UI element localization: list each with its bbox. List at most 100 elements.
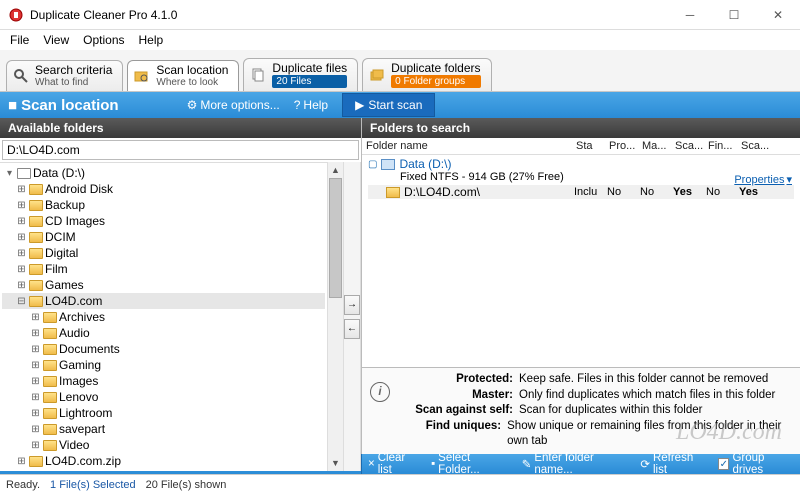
tree-item-label: Android Disk: [45, 182, 113, 196]
help-icon: ?: [294, 98, 301, 112]
select-folder-button[interactable]: ▪Select Folder...: [431, 452, 510, 476]
drive-row[interactable]: ▢ Data (D:\): [368, 157, 794, 171]
expander-icon[interactable]: ⊞: [30, 344, 41, 355]
add-folder-button[interactable]: →: [344, 295, 360, 315]
tree-item[interactable]: ⊞Lightroom: [2, 405, 325, 421]
expander-icon[interactable]: ⊞: [30, 424, 41, 435]
col-protected[interactable]: Pro...: [609, 140, 642, 152]
expander-icon[interactable]: ⊞: [30, 392, 41, 403]
help-link[interactable]: ? Help: [294, 98, 328, 112]
col-folder-name[interactable]: Folder name: [366, 140, 576, 152]
tree-item[interactable]: ▾Data (D:\): [2, 165, 325, 181]
expander-icon[interactable]: ⊞: [30, 408, 41, 419]
menu-file[interactable]: File: [4, 31, 35, 49]
expander-icon[interactable]: ⊞: [16, 280, 27, 291]
start-scan-button[interactable]: ▶ Start scan: [342, 93, 435, 117]
path-input[interactable]: [2, 140, 359, 160]
tree-item[interactable]: ⊞Digital: [2, 245, 325, 261]
tab-duplicate-folders[interactable]: Duplicate folders 0 Folder groups: [362, 58, 491, 91]
menu-view[interactable]: View: [37, 31, 75, 49]
tree-item[interactable]: ⊞Documents: [2, 341, 325, 357]
tree-item[interactable]: ⊟LO4D.com: [2, 293, 325, 309]
info-protected-val: Keep safe. Files in this folder cannot b…: [519, 372, 768, 388]
tab-search-criteria[interactable]: Search criteria What to find: [6, 60, 123, 91]
tree-item[interactable]: ⊞Images: [2, 373, 325, 389]
col-master[interactable]: Ma...: [642, 140, 675, 152]
expander-icon[interactable]: ▾: [4, 168, 15, 179]
gear-icon: ⚙: [187, 98, 198, 112]
tree-item[interactable]: ⊞ Android Disk: [2, 181, 325, 197]
expander-icon[interactable]: ⊞: [16, 200, 27, 211]
tree-item-label: savepart: [59, 422, 105, 436]
enter-folder-name-button[interactable]: ✎Enter folder name...: [522, 452, 629, 476]
expander-icon[interactable]: ⊞: [16, 456, 27, 467]
folder-icon: [29, 184, 43, 195]
tab-label: Duplicate files: [272, 62, 347, 75]
expander-icon[interactable]: ⊞: [30, 312, 41, 323]
minimize-button[interactable]: ─: [668, 0, 712, 30]
search-folder-row[interactable]: D:\LO4D.com\ Inclu No No Yes No Yes: [368, 185, 794, 199]
col-status[interactable]: Sta: [576, 140, 609, 152]
cell-no: No: [607, 186, 640, 198]
tree-item[interactable]: ⊞DCIM: [2, 229, 325, 245]
folder-icon: [43, 440, 57, 451]
expander-icon[interactable]: ⊞: [30, 328, 41, 339]
expander-icon[interactable]: ⊞: [16, 232, 27, 243]
col-find-uniques[interactable]: Fin...: [708, 140, 741, 152]
tree-scrollbar[interactable]: ▲ ▼: [327, 162, 343, 471]
group-drives-toggle[interactable]: ✓Group drives: [718, 452, 794, 476]
tree-item-label: Games: [45, 278, 84, 292]
tree-item[interactable]: ⊞Video: [2, 437, 325, 453]
expander-icon[interactable]: ⊞: [30, 376, 41, 387]
folder-icon: [29, 456, 43, 467]
col-scan[interactable]: Sca...: [741, 140, 774, 152]
tree-item[interactable]: ⊞Backup: [2, 197, 325, 213]
menu-options[interactable]: Options: [77, 31, 130, 49]
scroll-up-icon[interactable]: ▲: [328, 162, 343, 178]
more-options-link[interactable]: ⚙ More options...: [187, 98, 280, 112]
expander-icon[interactable]: ⊞: [30, 440, 41, 451]
folder-icon: [43, 344, 57, 355]
tree-item[interactable]: ⊞ Games: [2, 277, 325, 293]
expander-icon[interactable]: ⊞: [16, 264, 27, 275]
tree-item[interactable]: ⊞Audio: [2, 325, 325, 341]
remove-folder-button[interactable]: ←: [344, 319, 360, 339]
tab-label: Search criteria: [35, 64, 112, 77]
maximize-button[interactable]: ☐: [712, 0, 756, 30]
tab-scan-location[interactable]: Scan location Where to look: [127, 60, 239, 91]
tree-item-label: Film: [45, 262, 68, 276]
col-scan-self[interactable]: Sca...: [675, 140, 708, 152]
tree-item[interactable]: ⊞ savepart: [2, 421, 325, 437]
properties-link[interactable]: Properties ▾: [734, 173, 792, 186]
expander-icon[interactable]: ⊞: [16, 216, 27, 227]
tree-item[interactable]: ⊞Archives: [2, 309, 325, 325]
scroll-thumb[interactable]: [329, 178, 342, 298]
tree-item[interactable]: ⊞ CD Images: [2, 213, 325, 229]
tree-item-label: Lenovo: [59, 390, 98, 404]
pencil-icon: ✎: [522, 457, 532, 471]
expander-icon[interactable]: ⊞: [16, 248, 27, 259]
expander-icon[interactable]: ⊟: [16, 296, 27, 307]
close-button[interactable]: ✕: [756, 0, 800, 30]
tree-item[interactable]: ⊞ LO4D.com.zip: [2, 453, 325, 469]
expander-icon[interactable]: ⊞: [16, 184, 27, 195]
search-columns-header: Folder name Sta Pro... Ma... Sca... Fin.…: [362, 138, 800, 155]
folder-tree[interactable]: ▾Data (D:\)⊞Android Disk⊞Backup⊞CD Image…: [0, 162, 327, 471]
info-master-key: Master:: [398, 388, 513, 404]
collapse-icon[interactable]: ▢: [368, 159, 377, 170]
tree-item[interactable]: ⊞ Lenovo: [2, 389, 325, 405]
tree-item[interactable]: ⊞ Film: [2, 261, 325, 277]
scroll-down-icon[interactable]: ▼: [328, 455, 343, 471]
clear-list-button[interactable]: ×Clear list: [368, 452, 419, 476]
info-self-key: Scan against self:: [398, 403, 513, 419]
refresh-list-button[interactable]: ⟳Refresh list: [640, 452, 706, 476]
tree-item-label: LO4D.com.zip: [45, 454, 121, 468]
tab-duplicate-files[interactable]: Duplicate files 20 Files: [243, 58, 358, 91]
tree-item[interactable]: ⊞Gaming: [2, 357, 325, 373]
available-folders-header: Available folders: [0, 118, 361, 138]
folder-icon: [43, 312, 57, 323]
expander-icon[interactable]: ⊞: [30, 360, 41, 371]
tree-item-label: CD Images: [45, 214, 105, 228]
drive-label: Data (D:\): [399, 157, 451, 171]
menu-help[interactable]: Help: [133, 31, 170, 49]
